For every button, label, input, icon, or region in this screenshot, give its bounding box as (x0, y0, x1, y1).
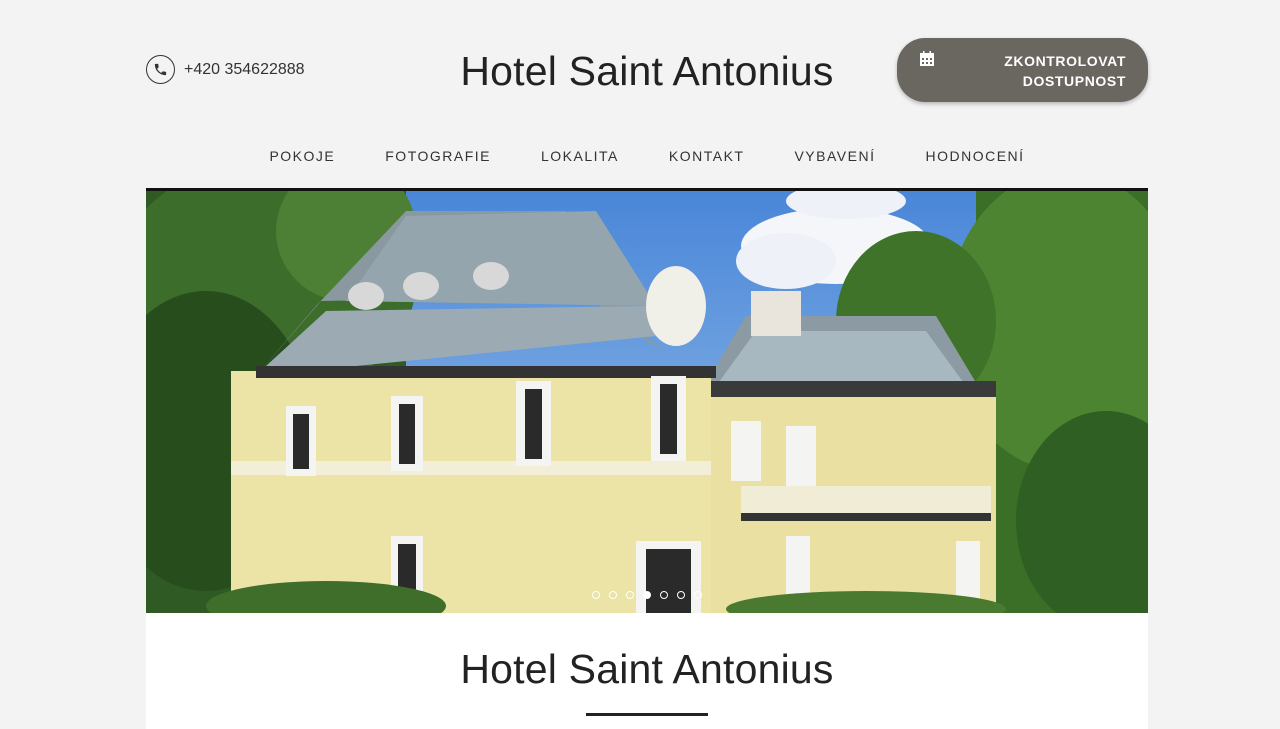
slider-dot[interactable] (677, 591, 685, 599)
slider-dot[interactable] (609, 591, 617, 599)
slider-dot[interactable] (643, 591, 651, 599)
slider-dot[interactable] (660, 591, 668, 599)
nav-item-vybaveni[interactable]: VYBAVENÍ (794, 148, 875, 164)
nav-item-lokalita[interactable]: LOKALITA (541, 148, 619, 164)
check-availability-label: ZKONTROLOVAT DOSTUPNOST (956, 51, 1126, 91)
slider-dot[interactable] (626, 591, 634, 599)
hero-slider[interactable] (146, 188, 1148, 613)
main-nav: POKOJE FOTOGRAFIE LOKALITA KONTAKT VYBAV… (0, 148, 1280, 164)
nav-item-hodnoceni[interactable]: HODNOCENÍ (925, 148, 1024, 164)
nav-item-fotografie[interactable]: FOTOGRAFIE (385, 148, 491, 164)
cta-line-1: ZKONTROLOVAT (1004, 53, 1126, 69)
nav-item-kontakt[interactable]: KONTAKT (669, 148, 745, 164)
calendar-icon (919, 51, 935, 72)
slider-dots (146, 591, 1148, 599)
section-heading: Hotel Saint Antonius (460, 646, 834, 692)
hotel-photo (146, 191, 1148, 613)
cta-line-2: DOSTUPNOST (1022, 73, 1126, 89)
slider-dot[interactable] (592, 591, 600, 599)
nav-item-pokoje[interactable]: POKOJE (269, 148, 335, 164)
check-availability-button[interactable]: ZKONTROLOVAT DOSTUPNOST (897, 38, 1148, 102)
site-header: +420 354622888 Hotel Saint Antonius ZKON… (0, 0, 1280, 190)
heading-underline (586, 713, 708, 716)
slider-dot[interactable] (694, 591, 702, 599)
intro-section: Hotel Saint Antonius (146, 613, 1148, 729)
